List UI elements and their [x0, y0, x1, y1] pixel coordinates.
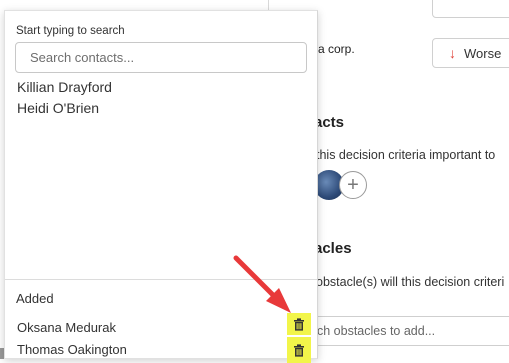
worse-button-label: Worse — [464, 45, 502, 61]
arrow-down-icon: ↓ — [449, 45, 456, 61]
trash-icon[interactable] — [287, 313, 311, 335]
result-item[interactable]: Heidi O'Brien — [17, 98, 112, 119]
company-text: a corp. — [318, 42, 355, 56]
worse-button[interactable]: ↓ Worse — [432, 38, 509, 68]
obstacles-question: obstacle(s) will this decision criteri — [316, 275, 505, 289]
add-contact-button[interactable]: + — [339, 171, 367, 199]
contacts-heading: acts — [314, 114, 345, 131]
trash-icon[interactable] — [287, 337, 311, 363]
contact-search-dropdown: Start typing to search Killian Drayford … — [4, 10, 318, 363]
added-item: Thomas Oakington — [17, 337, 317, 363]
search-results: Killian Drayford Heidi O'Brien — [17, 77, 112, 119]
search-label: Start typing to search — [16, 25, 125, 37]
contacts-question: this decision criteria important to — [316, 148, 496, 162]
added-item-name: Oksana Medurak — [17, 320, 116, 335]
obstacles-heading: acles — [314, 240, 352, 257]
added-list: Oksana Medurak Thomas Oakington — [17, 313, 317, 363]
top-button[interactable] — [432, 0, 509, 18]
obstacles-placeholder: ch obstacles to add... — [317, 324, 436, 338]
divider — [5, 279, 317, 280]
search-contacts-input[interactable] — [15, 42, 307, 73]
plus-icon: + — [347, 173, 359, 196]
obstacles-search-input[interactable]: ch obstacles to add... — [300, 316, 509, 346]
added-item-name: Thomas Oakington — [17, 342, 127, 357]
added-heading: Added — [16, 291, 54, 306]
result-item[interactable]: Killian Drayford — [17, 77, 112, 98]
added-item: Oksana Medurak — [17, 313, 317, 339]
